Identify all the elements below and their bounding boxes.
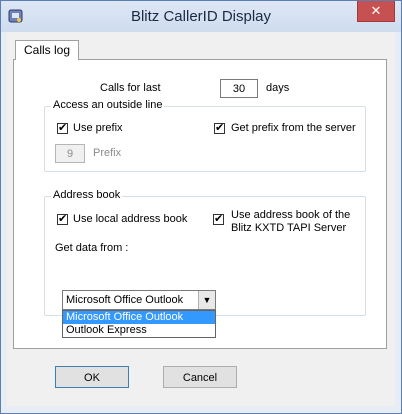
dialog-client-area: Calls log Calls for last 30 days Access … [7, 32, 395, 406]
app-window: Blitz CallerID Display ✕ Calls log Calls… [0, 0, 402, 414]
title-bar[interactable]: Blitz CallerID Display ✕ [1, 1, 401, 32]
chevron-down-icon[interactable]: ▼ [198, 291, 215, 309]
outside-line-group: Access an outside line Use prefix Get pr… [44, 99, 366, 172]
use-prefix-label: Use prefix [73, 122, 123, 134]
days-label: days [266, 82, 290, 94]
ok-button[interactable]: OK [55, 366, 129, 388]
outside-line-group-title: Access an outside line [51, 99, 165, 111]
window-title: Blitz CallerID Display [130, 8, 272, 25]
data-source-dropdown-list: Microsoft Office Outlook Outlook Express [62, 310, 216, 338]
get-data-from-label: Get data from : [55, 242, 129, 254]
use-kxtd-label-line1: Use address book of the [231, 209, 351, 221]
use-local-address-book-checkbox[interactable] [57, 212, 68, 225]
use-kxtd-address-book-checkbox[interactable] [213, 212, 224, 225]
data-source-combobox[interactable]: Microsoft Office Outlook ▼ [62, 290, 216, 310]
tab-calls-log[interactable]: Calls log [15, 40, 79, 60]
use-local-address-book-label: Use local address book [73, 213, 188, 225]
cancel-button[interactable]: Cancel [163, 366, 237, 388]
close-icon: ✕ [370, 3, 382, 18]
combobox-selected-value: Microsoft Office Outlook [66, 294, 184, 306]
calls-for-last-label: Calls for last [100, 82, 161, 94]
prefix-input[interactable]: 9 [55, 144, 85, 163]
dropdown-option[interactable]: Microsoft Office Outlook [63, 311, 215, 324]
close-button[interactable]: ✕ [357, 1, 395, 22]
dropdown-option[interactable]: Outlook Express [63, 324, 215, 337]
get-prefix-label: Get prefix from the server [231, 122, 356, 134]
prefix-label: Prefix [93, 147, 122, 159]
get-prefix-checkbox[interactable] [214, 121, 225, 134]
address-book-group-title: Address book [51, 189, 123, 201]
tab-panel: Calls for last 30 days Access an outside… [13, 59, 387, 349]
use-kxtd-label-line2: Blitz KXTD TAPI Server [231, 222, 347, 234]
calls-days-input[interactable]: 30 [220, 79, 258, 98]
use-prefix-checkbox[interactable] [57, 121, 68, 134]
